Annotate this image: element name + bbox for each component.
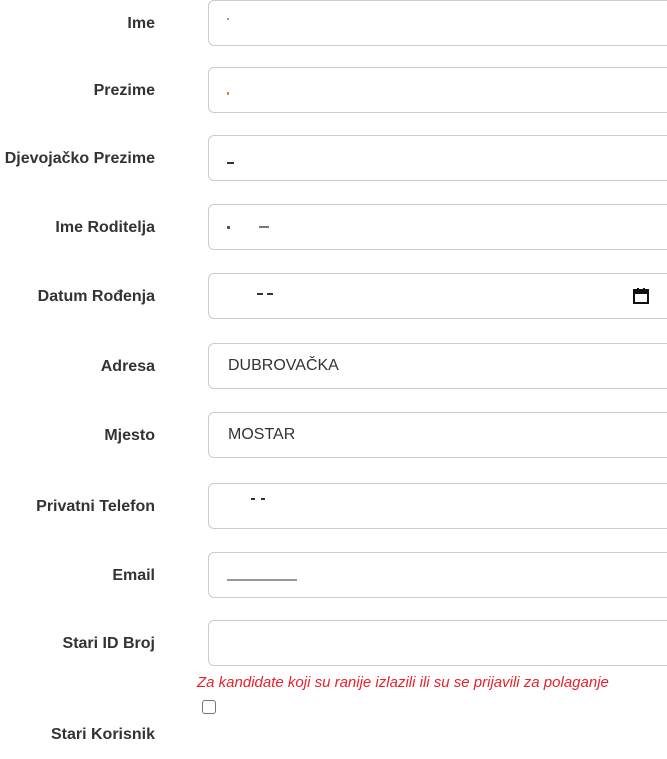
- email-input[interactable]: [208, 552, 667, 598]
- redacted-mark: [227, 92, 229, 95]
- ime-input[interactable]: [208, 0, 667, 46]
- redacted-mark: [227, 162, 234, 164]
- prezime-input[interactable]: [208, 67, 667, 113]
- mjesto-input[interactable]: MOSTAR: [208, 412, 667, 458]
- form-row-stari-id-broj: Stari ID Broj: [0, 620, 667, 668]
- redacted-mark: [227, 579, 297, 581]
- stari-id-broj-input[interactable]: [208, 620, 667, 666]
- field-label-stari-korisnik: Stari Korisnik: [50, 726, 155, 743]
- form-row-adresa: Adresa DUBROVAČKA: [0, 343, 667, 391]
- field-label-privatni-telefon: Privatni Telefon: [36, 498, 155, 515]
- field-label-email: Email: [112, 567, 155, 584]
- field-label-stari-id-broj: Stari ID Broj: [62, 635, 155, 652]
- redacted-mark: [259, 226, 269, 228]
- adresa-input[interactable]: DUBROVAČKA: [208, 343, 667, 389]
- calendar-icon[interactable]: [633, 288, 649, 304]
- redacted-mark: [257, 293, 263, 295]
- djevojacko-prezime-input[interactable]: [208, 135, 667, 181]
- form-row-prezime: Prezime: [0, 67, 667, 115]
- redacted-mark: [227, 226, 230, 229]
- form-row-stari-korisnik: Stari Korisnik: [0, 719, 667, 751]
- field-label-mjesto: Mjesto: [104, 427, 155, 444]
- mjesto-value: MOSTAR: [228, 426, 296, 443]
- datum-rodjenja-input[interactable]: [208, 273, 667, 319]
- field-label-djevojacko-prezime: Djevojačko Prezime: [4, 150, 155, 167]
- redacted-mark: [227, 18, 229, 20]
- stari-korisnik-checkbox[interactable]: [202, 700, 216, 714]
- ime-roditelja-input[interactable]: [208, 204, 667, 250]
- field-label-ime: Ime: [127, 15, 155, 32]
- form-row-djevojacko-prezime: Djevojačko Prezime: [0, 135, 667, 183]
- form-row-ime-roditelja: Ime Roditelja: [0, 204, 667, 252]
- field-label-ime-roditelja: Ime Roditelja: [55, 219, 155, 236]
- redacted-mark: [261, 498, 265, 500]
- field-label-adresa: Adresa: [100, 358, 155, 375]
- field-label-prezime: Prezime: [93, 82, 155, 99]
- privatni-telefon-input[interactable]: [208, 483, 667, 529]
- redacted-mark: [251, 498, 255, 500]
- form-row-datum-rodjenja: Datum Rođenja: [0, 273, 667, 321]
- form-row-privatni-telefon: Privatni Telefon: [0, 483, 667, 531]
- form-row-ime: Ime: [0, 0, 667, 48]
- field-label-datum-rodjenja: Datum Rođenja: [37, 288, 155, 305]
- redacted-mark: [267, 293, 273, 295]
- form-row-mjesto: Mjesto MOSTAR: [0, 412, 667, 460]
- adresa-value: DUBROVAČKA: [228, 357, 339, 374]
- form-row-email: Email: [0, 552, 667, 600]
- stari-id-help-text: Za kandidate koji su ranije izlazili ili…: [197, 674, 609, 691]
